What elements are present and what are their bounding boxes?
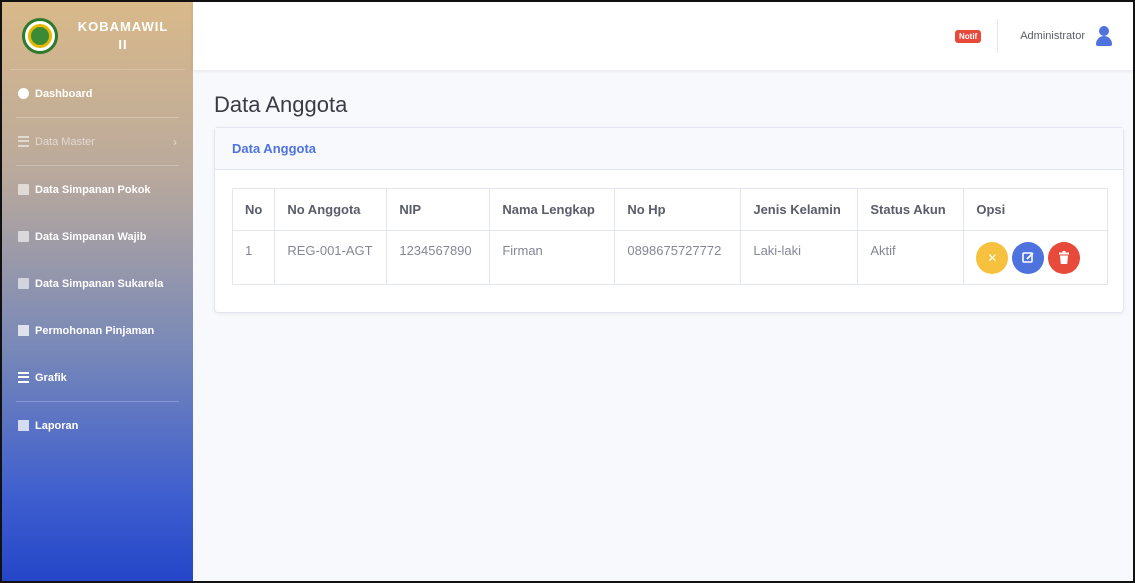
edit-button[interactable]	[1012, 241, 1045, 274]
card-header: Data Anggota	[215, 128, 1123, 170]
sidebar-item-label: Data Master	[35, 135, 95, 148]
column-header[interactable]: NIP	[386, 188, 491, 231]
avatar-head	[1099, 26, 1109, 36]
sidebar-brand[interactable]: KOBAMAWIL II	[10, 2, 185, 70]
user-avatar-icon[interactable]	[1093, 25, 1115, 47]
column-header[interactable]: No	[231, 188, 276, 231]
list-icon	[18, 372, 29, 383]
column-header[interactable]: Opsi	[963, 188, 1108, 231]
sidebar-item-label: Permohonan Pinjaman	[35, 324, 155, 337]
sidebar: KOBAMAWIL II Dashboard Data Master › Dat…	[2, 2, 193, 581]
sidebar-item-label: Dashboard	[35, 87, 93, 100]
brand-name-line1: KOBAMAWIL	[77, 18, 169, 34]
page-title: Data Anggota	[214, 92, 348, 117]
table-cell: 1	[231, 230, 276, 285]
close-icon: ✕	[987, 250, 998, 265]
sidebar-item-label: Data Simpanan Sukarela	[35, 277, 164, 290]
table-cell: 1234567890	[386, 230, 491, 285]
data-card: Data Anggota No No Anggota NIP Nama Leng…	[214, 127, 1124, 313]
action-group: ✕	[976, 241, 1095, 274]
sidebar-item-simpanan-wajib[interactable]: Data Simpanan Wajib	[2, 213, 193, 260]
sidebar-item-label: Data Simpanan Wajib	[35, 230, 147, 243]
opsi-cell: ✕	[963, 230, 1108, 285]
table-cell: Aktif	[857, 230, 965, 285]
delete-button[interactable]	[1048, 241, 1081, 274]
chevron-right-icon: ›	[173, 134, 177, 149]
user-name[interactable]: Administrator	[1020, 30, 1085, 42]
table-cell: 0898675727772	[614, 230, 742, 285]
sidebar-item-permohonan-pinjaman[interactable]: Permohonan Pinjaman	[2, 307, 193, 354]
sidebar-item-label: Data Simpanan Pokok	[35, 183, 151, 196]
brand-name: KOBAMAWIL II	[68, 18, 178, 54]
logo-icon	[22, 17, 58, 54]
box-icon	[18, 231, 29, 242]
table-cell: Laki-laki	[740, 230, 859, 285]
box-icon	[18, 184, 29, 195]
table-cell: REG-001-AGT	[274, 230, 388, 285]
trash-icon	[1059, 251, 1070, 264]
sidebar-item-dashboard[interactable]: Dashboard	[2, 70, 193, 117]
anggota-table: No No Anggota NIP Nama Lengkap No Hp Jen…	[231, 188, 1108, 285]
topbar: Notif Administrator	[193, 2, 1133, 70]
table-header-row: No No Anggota NIP Nama Lengkap No Hp Jen…	[231, 188, 1108, 231]
sidebar-item-data-master[interactable]: Data Master ›	[2, 118, 193, 165]
column-header[interactable]: Jenis Kelamin	[740, 188, 859, 231]
edit-icon	[1022, 252, 1034, 263]
list-icon	[18, 136, 29, 147]
topbar-divider	[997, 19, 999, 53]
brand-name-line2: II	[118, 36, 128, 52]
avatar-body	[1096, 36, 1112, 46]
sidebar-item-simpanan-sukarela[interactable]: Data Simpanan Sukarela	[2, 260, 193, 307]
table-row: 1 REG-001-AGT 1234567890 Firman 08986757…	[231, 230, 1108, 285]
app-frame: KOBAMAWIL II Dashboard Data Master › Dat…	[0, 0, 1135, 583]
sidebar-item-laporan[interactable]: Laporan	[2, 402, 193, 449]
table-cell: Firman	[489, 230, 616, 285]
column-header[interactable]: Nama Lengkap	[489, 188, 616, 231]
card-title: Data Anggota	[232, 141, 317, 156]
box-icon	[18, 278, 29, 289]
sidebar-item-label: Grafik	[35, 371, 67, 384]
sidebar-item-simpanan-pokok[interactable]: Data Simpanan Pokok	[2, 166, 193, 213]
main-content: Notif Administrator Data Anggota Data An…	[193, 2, 1133, 581]
deactivate-button[interactable]: ✕	[976, 241, 1009, 274]
notification-badge[interactable]: Notif	[954, 29, 982, 43]
column-header[interactable]: No Anggota	[274, 188, 388, 231]
sidebar-item-grafik[interactable]: Grafik	[2, 354, 193, 401]
document-icon	[18, 325, 29, 336]
dashboard-icon	[18, 88, 29, 99]
column-header[interactable]: Status Akun	[857, 188, 965, 231]
column-header[interactable]: No Hp	[614, 188, 742, 231]
sidebar-item-label: Laporan	[35, 419, 79, 432]
report-icon	[18, 420, 29, 431]
